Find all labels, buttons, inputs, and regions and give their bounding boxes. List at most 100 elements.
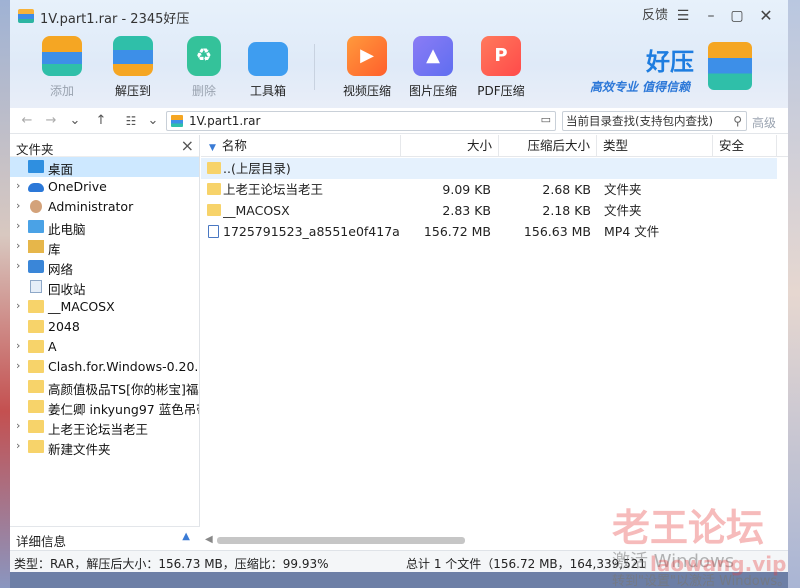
folder-icon (207, 183, 221, 195)
history-dropdown-icon[interactable]: ⌄ (66, 112, 84, 130)
expand-chevron-icon[interactable]: › (16, 439, 20, 452)
close-icon[interactable]: ✕ (754, 6, 778, 26)
scroll-left-icon[interactable]: ◀ (205, 534, 213, 545)
tree-item-folder[interactable]: › Clash.for.Windows-0.20.16 (10, 357, 199, 377)
tree-item-label: __MACOSX (48, 299, 115, 314)
tree-item-this-pc[interactable]: › 此电脑 (10, 217, 199, 237)
user-icon (30, 200, 42, 213)
folder-icon (28, 380, 44, 393)
row-size: 2.83 KB (442, 203, 491, 218)
tree-item-label: 网络 (48, 262, 74, 277)
column-header-name[interactable]: ▼ 名称 (201, 135, 401, 157)
expand-chevron-icon[interactable]: › (16, 359, 20, 372)
column-header-packed-size[interactable]: 压缩后大小 (499, 135, 597, 157)
video-compress-button[interactable]: ▶ 视频压缩 (335, 36, 399, 102)
tree-item-library[interactable]: › 库 (10, 237, 199, 257)
tree-item-label: 库 (48, 242, 61, 257)
expand-chevron-icon[interactable]: › (16, 199, 20, 212)
search-icon[interactable]: ⚲ (733, 114, 742, 128)
folder-icon (28, 400, 44, 413)
expand-chevron-icon[interactable]: › (16, 219, 20, 232)
tree-item-label: 高颜值极品TS[你的彬宝]福利 (48, 382, 200, 397)
tree-item-folder[interactable]: › 新建文件夹 (10, 437, 199, 457)
tree-item-desktop[interactable]: 桌面 (10, 157, 199, 177)
close-panel-icon[interactable]: × (181, 136, 194, 155)
tree-item-folder[interactable]: › A (10, 337, 199, 357)
path-text: 1V.part1.rar (189, 114, 261, 128)
activate-windows-hint: 转到"设置"以激活 Windows。 (612, 574, 791, 588)
app-window: 1V.part1.rar - 2345好压 反馈 ☰ – ▢ ✕ 添加 解压到 … (10, 0, 788, 572)
extract-to-button[interactable]: 解压到 (101, 36, 165, 102)
brand-name: 好压 (646, 48, 694, 76)
tree-item-folder[interactable]: › 上老王论坛当老王 (10, 417, 199, 437)
computer-icon (28, 220, 44, 233)
column-header-size[interactable]: 大小 (401, 135, 499, 157)
view-mode-dropdown-icon[interactable]: ⌄ (144, 112, 162, 130)
column-header-type[interactable]: 类型 (597, 135, 713, 157)
tree-item-folder[interactable]: › __MACOSX (10, 297, 199, 317)
folder-icon (28, 420, 44, 433)
add-button[interactable]: 添加 (30, 36, 94, 102)
delete-button[interactable]: ♻ 删除 (172, 36, 236, 102)
brand-logo-icon (708, 42, 752, 90)
expand-chevron-icon[interactable]: › (16, 339, 20, 352)
expand-chevron-icon[interactable]: › (16, 259, 20, 272)
archive-icon (171, 115, 183, 127)
expand-chevron-icon[interactable]: › (16, 299, 20, 312)
recycle-bin-icon: ♻ (187, 36, 221, 76)
chevron-up-icon[interactable]: ▲ (182, 531, 190, 542)
advanced-search-button[interactable]: 高级 (752, 114, 776, 131)
view-mode-icon[interactable]: ☷ (122, 112, 140, 130)
video-compress-label: 视频压缩 (342, 84, 391, 98)
search-box: ⚲ (562, 111, 747, 131)
feedback-button[interactable]: 反馈 (640, 6, 670, 26)
tree-item-folder[interactable]: 2048 (10, 317, 199, 337)
tree-item-folder[interactable]: 姜仁卿 inkyung97 蓝色吊带 (10, 397, 199, 417)
folder-icon (28, 320, 44, 333)
image-compress-button[interactable]: ▲ 图片压缩 (401, 36, 465, 102)
expand-chevron-icon[interactable]: › (16, 239, 20, 252)
table-row[interactable]: 1725791523_a8551e0f417a6... 156.72 MB 15… (201, 221, 777, 242)
up-arrow-icon[interactable]: ↑ (92, 112, 110, 130)
total-info-text: 总计 1 个文件（156.72 MB，164,339,521 字节） (406, 557, 646, 571)
maximize-icon[interactable]: ▢ (726, 6, 748, 26)
forward-arrow-icon[interactable]: → (42, 112, 60, 130)
title-bar[interactable]: 1V.part1.rar - 2345好压 反馈 ☰ – ▢ ✕ (10, 0, 788, 30)
header-area: 1V.part1.rar - 2345好压 反馈 ☰ – ▢ ✕ 添加 解压到 … (10, 0, 788, 108)
tree-item-label: 此电脑 (48, 222, 86, 237)
table-row[interactable]: __MACOSX 2.83 KB 2.18 KB 文件夹 (201, 200, 777, 221)
search-input[interactable] (566, 113, 726, 129)
brand-slogan: 高效专业 值得信赖 (590, 80, 691, 94)
details-panel-header[interactable]: 详细信息 ▲ (10, 526, 200, 550)
minimize-icon[interactable]: – (700, 6, 722, 26)
tree-item-administrator[interactable]: › Administrator (10, 197, 199, 217)
expand-chevron-icon[interactable]: › (16, 419, 20, 432)
scrollbar-thumb[interactable] (217, 537, 465, 544)
tree-item-onedrive[interactable]: › OneDrive (10, 177, 199, 197)
menu-icon[interactable]: ☰ (672, 6, 694, 26)
folder-tree-panel: 文件夹 × 桌面 › OneDrive › Administrator › 此电… (10, 135, 200, 550)
library-icon (28, 240, 44, 253)
path-dropdown-icon[interactable]: ▭ (541, 113, 551, 126)
tree-item-network[interactable]: › 网络 (10, 257, 199, 277)
recycle-bin-icon (30, 280, 42, 293)
toolbox-button[interactable]: 工具箱 (236, 36, 300, 102)
expand-chevron-icon[interactable]: › (16, 179, 20, 192)
back-arrow-icon[interactable]: ← (18, 112, 36, 130)
row-size: 9.09 KB (442, 182, 491, 197)
row-size: 156.72 MB (423, 224, 491, 239)
tree-item-label: Administrator (48, 199, 134, 214)
pdf-icon: P (481, 36, 521, 76)
pdf-compress-button[interactable]: P PDF压缩 (469, 36, 533, 102)
path-bar[interactable]: 1V.part1.rar ▭ (166, 111, 556, 131)
toolbox-label: 工具箱 (249, 84, 286, 98)
tree-item-folder[interactable]: 高颜值极品TS[你的彬宝]福利 (10, 377, 200, 397)
tree-item-recycle-bin[interactable]: 回收站 (10, 277, 199, 297)
archive-add-icon (42, 36, 82, 76)
column-header-name-label: 名称 (221, 138, 247, 153)
navigation-bar: ← → ⌄ ↑ ☷ ⌄ 1V.part1.rar ▭ ⚲ 高级 (10, 108, 788, 134)
add-label: 添加 (49, 84, 74, 98)
table-row-parent[interactable]: ..(上层目录) (201, 158, 777, 179)
table-row[interactable]: 上老王论坛当老王 9.09 KB 2.68 KB 文件夹 (201, 179, 777, 200)
column-header-security[interactable]: 安全 (713, 135, 777, 157)
